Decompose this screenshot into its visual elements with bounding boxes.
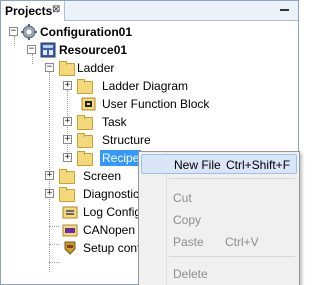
canopen-icon bbox=[62, 222, 78, 238]
menu-item-label: Delete bbox=[173, 267, 208, 281]
folder-icon bbox=[76, 78, 93, 94]
tree-item-label: Ladder Diagram bbox=[102, 79, 189, 93]
menu-item-label: New File bbox=[174, 158, 221, 172]
tree-item-ladder[interactable]: − Ladder bbox=[1, 59, 298, 77]
tree-item-ladder-diagram[interactable]: + Ladder Diagram bbox=[1, 77, 298, 95]
tab-projects[interactable]: Projects ⊠ bbox=[1, 1, 65, 21]
tree-item-canopen[interactable]: CANopen bbox=[1, 221, 138, 239]
menu-item-paste[interactable]: Paste Ctrl+V bbox=[141, 232, 297, 252]
folder-icon bbox=[58, 168, 75, 184]
collapse-icon[interactable]: − bbox=[9, 27, 18, 36]
tree-item-log-config[interactable]: Log Configu bbox=[1, 203, 148, 221]
tree-item-label: Setup confi bbox=[83, 241, 144, 255]
setup-icon bbox=[62, 240, 78, 256]
tree-item-label: CANopen bbox=[83, 223, 136, 237]
log-icon bbox=[62, 204, 78, 220]
tree-item-label: Diagnostic bbox=[83, 187, 140, 201]
tab-projects-label: Projects bbox=[5, 4, 53, 18]
tree-item-setup-config[interactable]: Setup confi bbox=[1, 239, 143, 257]
projects-panel: Projects ⊠ − Configuration01 − Resource0 bbox=[0, 0, 300, 285]
menu-separator bbox=[169, 178, 295, 179]
minimize-icon[interactable] bbox=[278, 4, 292, 18]
tree-item-label: User Function Block bbox=[102, 97, 210, 111]
tree-item-label: Configuration01 bbox=[40, 25, 132, 39]
collapse-icon[interactable]: − bbox=[45, 63, 54, 72]
resource-icon bbox=[40, 42, 56, 58]
panel-tabbar: Projects ⊠ bbox=[1, 1, 298, 21]
expand-icon[interactable]: + bbox=[63, 117, 72, 126]
menu-item-delete[interactable]: Delete bbox=[141, 264, 297, 284]
menu-item-label: Cut bbox=[173, 191, 192, 205]
tree-item-configuration[interactable]: − Configuration01 bbox=[1, 23, 298, 41]
expand-icon[interactable]: + bbox=[63, 135, 72, 144]
expand-icon[interactable]: + bbox=[63, 81, 72, 90]
tree-item-label: Resource01 bbox=[59, 43, 128, 57]
expand-icon[interactable]: + bbox=[45, 171, 54, 180]
recipe-folder-icon bbox=[76, 150, 93, 166]
tree-item-task[interactable]: + Task bbox=[1, 113, 298, 131]
expand-icon[interactable]: + bbox=[45, 189, 54, 198]
menu-item-label: Copy bbox=[173, 213, 202, 227]
menu-item-shortcut: Ctrl+Shift+F bbox=[226, 158, 291, 172]
task-folder-icon bbox=[76, 114, 93, 130]
tree-item-label-selected: Recipe bbox=[100, 150, 142, 166]
function-block-icon bbox=[81, 96, 97, 112]
tree-item-label: Screen bbox=[83, 169, 122, 183]
tree-item-label: Ladder bbox=[77, 61, 115, 75]
menu-separator bbox=[169, 256, 295, 257]
menu-item-shortcut: Ctrl+V bbox=[225, 235, 259, 249]
tree-item-diagnostic[interactable]: + Diagnostic bbox=[1, 185, 140, 203]
tree-item-label: Task bbox=[102, 115, 127, 129]
collapse-icon[interactable]: − bbox=[27, 45, 36, 54]
tree-item-label: Structure bbox=[102, 133, 151, 147]
context-menu: New File Ctrl+Shift+F Cut Copy Paste Ctr… bbox=[138, 151, 300, 285]
folder-icon bbox=[58, 186, 75, 202]
menu-item-new-file[interactable]: New File Ctrl+Shift+F bbox=[141, 154, 297, 174]
tree-item-structure[interactable]: + Structure bbox=[1, 131, 298, 149]
expand-icon[interactable]: + bbox=[63, 153, 72, 162]
tree-item-resource[interactable]: − Resource01 bbox=[1, 41, 298, 59]
gear-icon bbox=[21, 24, 37, 40]
folder-open-icon bbox=[58, 60, 75, 76]
menu-item-cut[interactable]: Cut bbox=[141, 188, 297, 208]
close-icon[interactable]: ⊠ bbox=[52, 4, 60, 15]
tree-item-screen[interactable]: + Screen bbox=[1, 167, 138, 185]
tree-item-user-function-block[interactable]: User Function Block bbox=[1, 95, 298, 113]
menu-item-label: Paste bbox=[173, 235, 204, 249]
menu-item-copy[interactable]: Copy bbox=[141, 210, 297, 230]
tree-line bbox=[49, 262, 59, 263]
folder-icon bbox=[76, 132, 93, 148]
